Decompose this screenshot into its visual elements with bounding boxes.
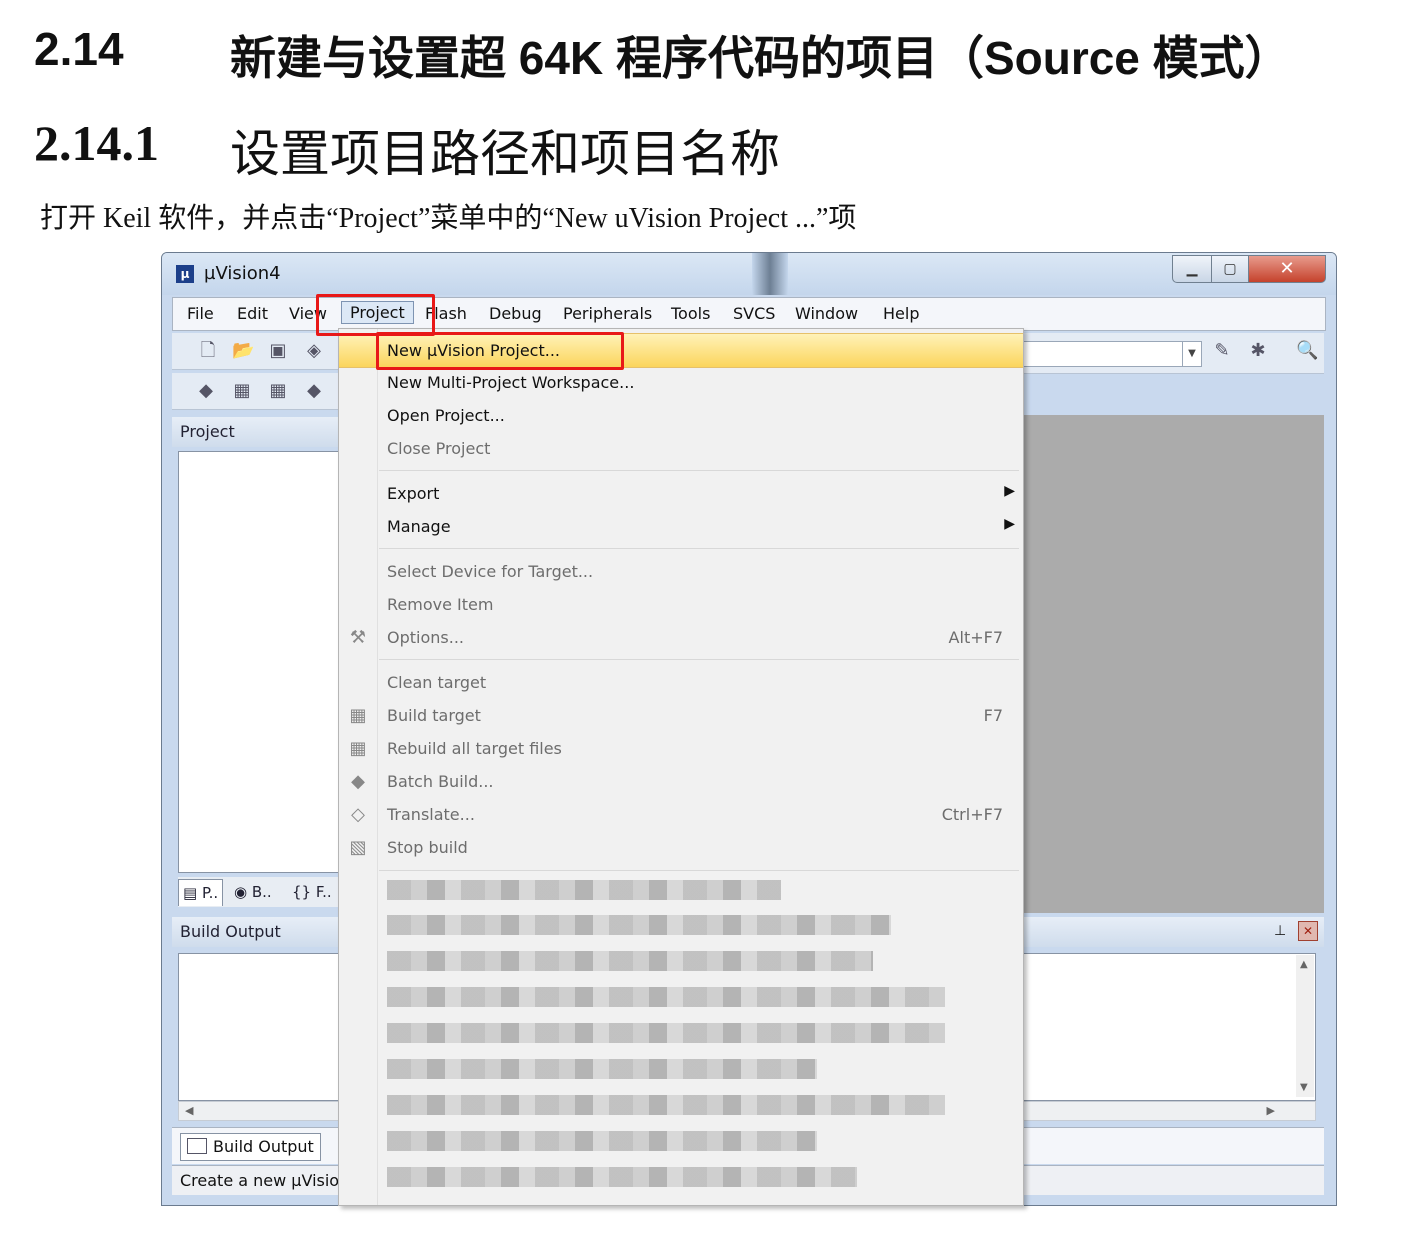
menu-item-batch-build[interactable]: ◆ Batch Build... bbox=[339, 765, 1023, 798]
section-title: 新建与设置超 64K 程序代码的项目（Source 模式） bbox=[230, 32, 1291, 84]
menu-item-clean-target[interactable]: Clean target bbox=[339, 666, 1023, 699]
scroll-up-icon[interactable]: ▲ bbox=[1300, 959, 1308, 970]
rebuild-icon[interactable]: ▦ bbox=[268, 381, 288, 401]
app-icon: µ bbox=[176, 265, 194, 283]
menu-item-rebuild-all[interactable]: ▦ Rebuild all target files bbox=[339, 732, 1023, 765]
window-title: µVision4 bbox=[204, 263, 281, 284]
blurred-menu-item bbox=[387, 915, 891, 935]
blurred-menu-item bbox=[387, 1059, 817, 1079]
menu-file[interactable]: File bbox=[187, 304, 214, 323]
editor-area bbox=[1020, 415, 1324, 913]
debug-icon[interactable]: ✎ bbox=[1212, 341, 1232, 361]
translate-icon[interactable]: ◆ bbox=[196, 381, 216, 401]
project-menu-dropdown: New µVision Project... New Multi-Project… bbox=[338, 328, 1024, 1206]
maximize-button[interactable]: ▢ bbox=[1211, 255, 1249, 283]
stop-build-icon: ▧ bbox=[349, 837, 367, 858]
vertical-scrollbar[interactable]: ▲ ▼ bbox=[1296, 955, 1314, 1097]
translate-icon: ◇ bbox=[351, 804, 365, 825]
pin-icon[interactable]: ⊥ bbox=[1274, 923, 1286, 939]
menu-item-remove-item[interactable]: Remove Item bbox=[339, 588, 1023, 621]
menu-edit[interactable]: Edit bbox=[237, 304, 268, 323]
project-menu-highlight bbox=[316, 294, 435, 336]
tab-build-output[interactable]: Build Output bbox=[180, 1133, 321, 1161]
menu-item-translate[interactable]: ◇ Translate... Ctrl+F7 bbox=[339, 798, 1023, 831]
scroll-left-icon[interactable]: ◀ bbox=[185, 1102, 193, 1120]
menu-window[interactable]: Window bbox=[795, 304, 858, 323]
save-all-icon[interactable]: ◈ bbox=[304, 341, 324, 361]
menu-item-open-project[interactable]: Open Project... bbox=[339, 399, 1023, 432]
close-button[interactable]: ✕ bbox=[1248, 255, 1326, 283]
tab-books[interactable]: ◉ B.. bbox=[234, 879, 272, 905]
menu-peripherals[interactable]: Peripherals bbox=[563, 304, 652, 323]
menu-item-manage[interactable]: Manage ▶ bbox=[339, 510, 1023, 543]
tab-functions[interactable]: {} F.. bbox=[292, 879, 332, 905]
menu-svcs[interactable]: SVCS bbox=[733, 304, 775, 323]
instruction-paragraph: 打开 Keil 软件，并点击“Project”菜单中的“New uVision … bbox=[40, 203, 857, 234]
options-icon: ⚒ bbox=[349, 627, 367, 648]
tab-project[interactable]: ▤ P.. bbox=[178, 879, 224, 906]
submenu-arrow-icon: ▶ bbox=[1004, 483, 1015, 499]
new-file-icon[interactable]: 🗋 bbox=[198, 341, 218, 361]
build-icon[interactable]: ▦ bbox=[232, 381, 252, 401]
chevron-down-icon[interactable]: ▼ bbox=[1182, 342, 1201, 366]
output-window-icon bbox=[187, 1138, 207, 1154]
books-tab-icon: ◉ bbox=[234, 883, 252, 901]
project-tab-icon: ▤ bbox=[183, 884, 202, 902]
menu-item-new-multi-project-workspace[interactable]: New Multi-Project Workspace... bbox=[339, 366, 1023, 399]
project-tree[interactable] bbox=[178, 451, 340, 873]
blurred-menu-item bbox=[387, 1095, 945, 1115]
minimize-button[interactable]: ▁ bbox=[1172, 255, 1212, 283]
new-project-highlight bbox=[376, 332, 624, 370]
file-toolbar: 🗋 📂 ▣ ◈ bbox=[172, 333, 342, 370]
config-icon[interactable]: ✱ bbox=[1248, 341, 1268, 361]
batch-build-icon[interactable]: ◆ bbox=[304, 381, 324, 401]
blurred-menu-item bbox=[387, 1023, 945, 1043]
menu-item-close-project[interactable]: Close Project bbox=[339, 432, 1023, 465]
submenu-arrow-icon: ▶ bbox=[1004, 516, 1015, 532]
scroll-down-icon[interactable]: ▼ bbox=[1300, 1082, 1308, 1093]
section-number: 2.14 bbox=[34, 23, 124, 75]
save-icon[interactable]: ▣ bbox=[268, 341, 288, 361]
blurred-menu-item bbox=[387, 1167, 857, 1187]
menu-item-stop-build[interactable]: ▧ Stop build bbox=[339, 831, 1023, 864]
blurred-menu-item bbox=[387, 987, 945, 1007]
subsection-title: 设置项目路径和项目名称 bbox=[230, 126, 780, 182]
menu-tools[interactable]: Tools bbox=[671, 304, 710, 323]
project-panel-header: Project bbox=[172, 417, 342, 447]
rebuild-icon: ▦ bbox=[349, 738, 367, 759]
menu-item-build-target[interactable]: ▦ Build target F7 bbox=[339, 699, 1023, 732]
open-folder-icon[interactable]: 📂 bbox=[232, 341, 254, 361]
blurred-menu-item bbox=[387, 880, 781, 900]
build-toolbar: ◆ ▦ ▦ ◆ bbox=[172, 373, 342, 410]
menu-item-options[interactable]: ⚒ Options... Alt+F7 bbox=[339, 621, 1023, 654]
right-toolbar: ▼ ✎ ✱ 🔍 bbox=[1020, 333, 1324, 374]
blurred-menu-item bbox=[387, 951, 873, 971]
menu-item-export[interactable]: Export ▶ bbox=[339, 477, 1023, 510]
project-panel-tabs: ▤ P.. ◉ B.. {} F.. bbox=[178, 877, 342, 907]
menu-debug[interactable]: Debug bbox=[489, 304, 542, 323]
menu-help[interactable]: Help bbox=[883, 304, 919, 323]
build-icon: ▦ bbox=[349, 705, 367, 726]
scroll-right-icon[interactable]: ▶ bbox=[1267, 1102, 1275, 1120]
search-icon[interactable]: 🔍 bbox=[1296, 341, 1318, 361]
close-icon[interactable]: ✕ bbox=[1298, 921, 1318, 941]
toolbar-combo[interactable]: ▼ bbox=[1020, 341, 1202, 367]
blurred-menu-item bbox=[387, 1131, 817, 1151]
title-bar: µ µVision4 ▁ ▢ ✕ bbox=[162, 253, 1336, 295]
subsection-number: 2.14.1 bbox=[34, 115, 159, 171]
batch-build-icon: ◆ bbox=[351, 771, 365, 792]
menu-item-select-device[interactable]: Select Device for Target... bbox=[339, 555, 1023, 588]
